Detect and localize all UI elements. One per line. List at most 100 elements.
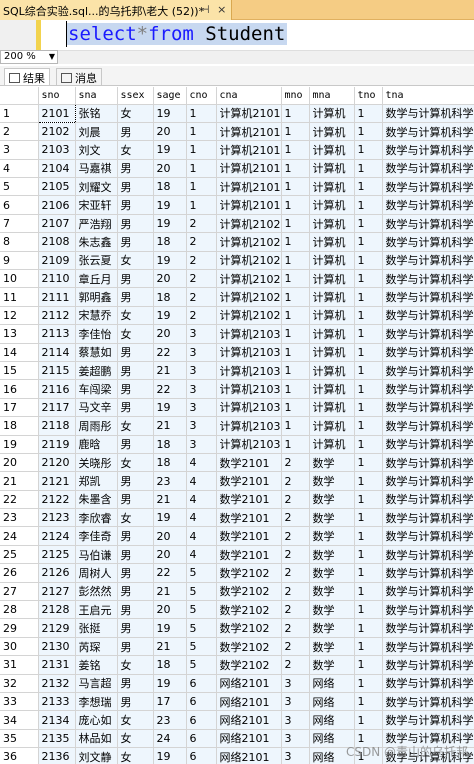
- row-number[interactable]: 22: [0, 490, 39, 510]
- table-row[interactable]: 3 2103 刘文女 19 1 计算机2101 1 计算机 1 数学与计算机科学: [0, 140, 474, 160]
- cell-mna[interactable]: 数学: [309, 471, 355, 491]
- table-row[interactable]: 25 2125 马伯谦男 20 4 数学2101 2 数学 1 数学与计算机科学: [0, 545, 474, 565]
- cell-sno[interactable]: 2112: [38, 306, 76, 326]
- cell-sna[interactable]: 张云夏: [75, 251, 118, 271]
- cell-mna[interactable]: 计算机: [309, 343, 355, 362]
- cell-cno[interactable]: 6: [186, 729, 217, 749]
- cell-sno[interactable]: 2124: [38, 526, 76, 546]
- cell-tna[interactable]: 数学与计算机科学: [382, 526, 474, 546]
- cell-sno[interactable]: 2111: [38, 287, 76, 307]
- cell-cna[interactable]: 计算机2101: [216, 177, 282, 197]
- cell-mna[interactable]: 网络: [309, 674, 355, 694]
- cell-mna[interactable]: 数学: [309, 526, 355, 546]
- cell-ssex[interactable]: 女: [117, 710, 154, 730]
- row-number[interactable]: 8: [0, 232, 39, 252]
- cell-tno[interactable]: 1: [354, 674, 383, 694]
- cell-sage[interactable]: 19: [153, 251, 187, 271]
- column-header-tno[interactable]: tno: [354, 87, 383, 105]
- cell-mno[interactable]: 1: [281, 232, 310, 252]
- cell-mna[interactable]: 计算机: [309, 435, 355, 454]
- cell-sage[interactable]: 19: [153, 398, 187, 418]
- cell-sna[interactable]: 鹿晗: [75, 435, 118, 454]
- cell-sno[interactable]: 2134: [38, 710, 76, 730]
- row-number[interactable]: 2: [0, 122, 39, 142]
- table-row[interactable]: 14 2114 蔡慧如男 22 3 计算机2103 1 计算机 1 数学与计算机科学: [0, 343, 474, 362]
- cell-mno[interactable]: 2: [281, 471, 310, 491]
- cell-tno[interactable]: 1: [354, 379, 383, 399]
- row-number[interactable]: 13: [0, 324, 39, 344]
- cell-cno[interactable]: 1: [186, 195, 217, 215]
- cell-cna[interactable]: 计算机2103: [216, 416, 282, 436]
- table-row[interactable]: 16 2116 车闯梁男 22 3 计算机2103 1 计算机 1 数学与计算机科学: [0, 379, 474, 399]
- cell-mna[interactable]: 计算机: [309, 232, 355, 252]
- cell-mno[interactable]: 2: [281, 563, 310, 583]
- cell-ssex[interactable]: 女: [117, 416, 154, 436]
- cell-cno[interactable]: 2: [186, 306, 217, 326]
- cell-tno[interactable]: 1: [354, 398, 383, 418]
- cell-ssex[interactable]: 男: [117, 214, 154, 234]
- cell-mna[interactable]: 计算机: [309, 159, 355, 179]
- row-number[interactable]: 15: [0, 361, 39, 381]
- table-row[interactable]: 29 2129 张挺男 19 5 数学2102 2 数学 1 数学与计算机科学: [0, 618, 474, 638]
- cell-mno[interactable]: 3: [281, 729, 310, 749]
- cell-cno[interactable]: 5: [186, 655, 217, 675]
- cell-mno[interactable]: 3: [281, 710, 310, 730]
- cell-sna[interactable]: 宋亚轩: [75, 195, 118, 215]
- row-number[interactable]: 25: [0, 545, 39, 565]
- cell-cno[interactable]: 5: [186, 563, 217, 583]
- cell-sna[interactable]: 马文辛: [75, 398, 118, 418]
- cell-tna[interactable]: 数学与计算机科学: [382, 398, 474, 418]
- cell-sna[interactable]: 庞心如: [75, 710, 118, 730]
- cell-sno[interactable]: 2128: [38, 600, 76, 620]
- row-number[interactable]: 9: [0, 251, 39, 271]
- cell-ssex[interactable]: 男: [117, 600, 154, 620]
- row-number[interactable]: 32: [0, 674, 39, 694]
- cell-cno[interactable]: 4: [186, 471, 217, 491]
- cell-mno[interactable]: 1: [281, 122, 310, 142]
- cell-tno[interactable]: 1: [354, 490, 383, 510]
- cell-sna[interactable]: 彭然然: [75, 582, 118, 602]
- cell-tno[interactable]: 1: [354, 471, 383, 491]
- cell-cno[interactable]: 5: [186, 600, 217, 620]
- cell-sno[interactable]: 2132: [38, 674, 76, 694]
- cell-sno[interactable]: 2121: [38, 471, 76, 491]
- cell-ssex[interactable]: 女: [117, 453, 154, 473]
- table-row[interactable]: 21 2121 郑凯男 23 4 数学2101 2 数学 1 数学与计算机科学: [0, 471, 474, 491]
- cell-sno[interactable]: 2106: [38, 195, 76, 215]
- cell-tna[interactable]: 数学与计算机科学: [382, 490, 474, 510]
- cell-sage[interactable]: 19: [153, 104, 187, 123]
- cell-mna[interactable]: 计算机: [309, 122, 355, 142]
- cell-mna[interactable]: 计算机: [309, 269, 355, 289]
- cell-sna[interactable]: 芮琛: [75, 637, 118, 657]
- cell-sna[interactable]: 姜铭: [75, 655, 118, 675]
- cell-mno[interactable]: 1: [281, 251, 310, 271]
- cell-cna[interactable]: 网络2101: [216, 747, 282, 764]
- cell-cno[interactable]: 2: [186, 251, 217, 271]
- cell-sna[interactable]: 周雨彤: [75, 416, 118, 436]
- cell-cna[interactable]: 数学2102: [216, 618, 282, 638]
- cell-sage[interactable]: 19: [153, 140, 187, 160]
- table-row[interactable]: 17 2117 马文辛男 19 3 计算机2103 1 计算机 1 数学与计算机科学: [0, 398, 474, 418]
- cell-tna[interactable]: 数学与计算机科学: [382, 655, 474, 675]
- cell-tna[interactable]: 数学与计算机科学: [382, 435, 474, 454]
- cell-sage[interactable]: 21: [153, 637, 187, 657]
- cell-sno[interactable]: 2136: [38, 747, 76, 764]
- table-row[interactable]: 20 2120 关晓彤女 18 4 数学2101 2 数学 1 数学与计算机科学: [0, 453, 474, 473]
- cell-tno[interactable]: 1: [354, 269, 383, 289]
- table-row[interactable]: 27 2127 彭然然男 21 5 数学2102 2 数学 1 数学与计算机科学: [0, 582, 474, 602]
- cell-ssex[interactable]: 男: [117, 435, 154, 454]
- table-row[interactable]: 6 2106 宋亚轩男 19 1 计算机2101 1 计算机 1 数学与计算机科学: [0, 195, 474, 215]
- cell-sno[interactable]: 2104: [38, 159, 76, 179]
- table-row[interactable]: 12 2112 宋慧乔女 19 2 计算机2102 1 计算机 1 数学与计算机科学: [0, 306, 474, 326]
- cell-tno[interactable]: 1: [354, 710, 383, 730]
- cell-cna[interactable]: 计算机2101: [216, 195, 282, 215]
- table-row[interactable]: 8 2108 朱志鑫男 18 2 计算机2102 1 计算机 1 数学与计算机科学: [0, 232, 474, 252]
- cell-mno[interactable]: 1: [281, 104, 310, 123]
- row-number[interactable]: 14: [0, 343, 39, 362]
- cell-cna[interactable]: 计算机2102: [216, 251, 282, 271]
- cell-sna[interactable]: 刘文静: [75, 747, 118, 764]
- cell-ssex[interactable]: 女: [117, 251, 154, 271]
- row-number[interactable]: 1: [0, 104, 39, 123]
- table-row[interactable]: 33 2133 李想瑞男 17 6 网络2101 3 网络 1 数学与计算机科学: [0, 692, 474, 712]
- cell-tno[interactable]: 1: [354, 453, 383, 473]
